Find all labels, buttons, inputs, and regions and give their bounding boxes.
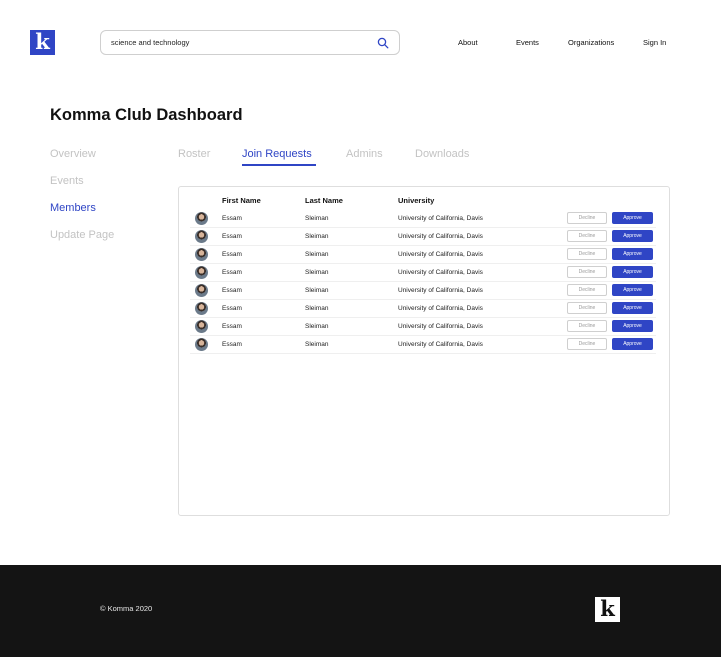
first-name-cell: Essam bbox=[222, 269, 242, 276]
table-row: Essam Sleiman University of California, Da… bbox=[190, 210, 656, 228]
table-row: Essam Sleiman University of California, Da… bbox=[190, 300, 656, 318]
nav-about[interactable]: About bbox=[458, 38, 478, 47]
table-row: Essam Sleiman University of California, Da… bbox=[190, 336, 656, 354]
avatar bbox=[195, 302, 208, 315]
sidebar-item-update-page[interactable]: Update Page bbox=[50, 229, 114, 241]
avatar bbox=[195, 266, 208, 279]
avatar bbox=[195, 212, 208, 225]
avatar bbox=[195, 338, 208, 351]
university-cell: University of California, Davis bbox=[398, 287, 483, 294]
footer-copyright: © Komma 2020 bbox=[100, 604, 153, 613]
table-row: Essam Sleiman University of California, Da… bbox=[190, 228, 656, 246]
active-tab-indicator bbox=[242, 164, 316, 166]
last-name-cell: Sleiman bbox=[305, 269, 329, 276]
tab-admins[interactable]: Admins bbox=[346, 148, 383, 160]
search-bar[interactable] bbox=[100, 30, 400, 55]
sidebar-item-overview[interactable]: Overview bbox=[50, 148, 96, 160]
approve-button[interactable]: Approve bbox=[612, 302, 653, 314]
table-row: Essam Sleiman University of California, Da… bbox=[190, 318, 656, 336]
first-name-cell: Essam bbox=[222, 341, 242, 348]
footer-logo[interactable]: k bbox=[595, 597, 620, 622]
last-name-cell: Sleiman bbox=[305, 215, 329, 222]
footer-logo-letter: k bbox=[600, 595, 615, 621]
tab-roster[interactable]: Roster bbox=[178, 148, 210, 160]
university-cell: University of California, Davis bbox=[398, 341, 483, 348]
search-icon[interactable] bbox=[377, 37, 389, 49]
column-header-university: University bbox=[398, 196, 435, 205]
approve-button[interactable]: Approve bbox=[612, 320, 653, 332]
approve-button[interactable]: Approve bbox=[612, 230, 653, 242]
first-name-cell: Essam bbox=[222, 215, 242, 222]
first-name-cell: Essam bbox=[222, 287, 242, 294]
page-title: Komma Club Dashboard bbox=[50, 106, 243, 124]
column-header-last-name: Last Name bbox=[305, 196, 343, 205]
decline-button[interactable]: Decline bbox=[567, 248, 607, 260]
first-name-cell: Essam bbox=[222, 233, 242, 240]
decline-button[interactable]: Decline bbox=[567, 230, 607, 242]
decline-button[interactable]: Decline bbox=[567, 338, 607, 350]
avatar bbox=[195, 248, 208, 261]
university-cell: University of California, Davis bbox=[398, 233, 483, 240]
last-name-cell: Sleiman bbox=[305, 233, 329, 240]
last-name-cell: Sleiman bbox=[305, 251, 329, 258]
table-row: Essam Sleiman University of California, Da… bbox=[190, 246, 656, 264]
table-row: Essam Sleiman University of California, Da… bbox=[190, 282, 656, 300]
komma-logo[interactable]: k bbox=[30, 30, 55, 55]
nav-events[interactable]: Events bbox=[516, 38, 539, 47]
approve-button[interactable]: Approve bbox=[612, 212, 653, 224]
first-name-cell: Essam bbox=[222, 251, 242, 258]
last-name-cell: Sleiman bbox=[305, 305, 329, 312]
nav-sign-in[interactable]: Sign In bbox=[643, 38, 666, 47]
university-cell: University of California, Davis bbox=[398, 305, 483, 312]
university-cell: University of California, Davis bbox=[398, 251, 483, 258]
university-cell: University of California, Davis bbox=[398, 269, 483, 276]
decline-button[interactable]: Decline bbox=[567, 302, 607, 314]
university-cell: University of California, Davis bbox=[398, 323, 483, 330]
avatar bbox=[195, 284, 208, 297]
logo-letter: k bbox=[35, 28, 50, 54]
tab-join-requests[interactable]: Join Requests bbox=[242, 148, 312, 160]
sidebar-item-events[interactable]: Events bbox=[50, 175, 84, 187]
avatar bbox=[195, 320, 208, 333]
decline-button[interactable]: Decline bbox=[567, 266, 607, 278]
last-name-cell: Sleiman bbox=[305, 341, 329, 348]
decline-button[interactable]: Decline bbox=[567, 284, 607, 296]
last-name-cell: Sleiman bbox=[305, 323, 329, 330]
decline-button[interactable]: Decline bbox=[567, 320, 607, 332]
column-header-first-name: First Name bbox=[222, 196, 261, 205]
first-name-cell: Essam bbox=[222, 305, 242, 312]
sidebar-item-members[interactable]: Members bbox=[50, 202, 96, 214]
search-input[interactable] bbox=[111, 38, 377, 47]
approve-button[interactable]: Approve bbox=[612, 284, 653, 296]
first-name-cell: Essam bbox=[222, 323, 242, 330]
approve-button[interactable]: Approve bbox=[612, 338, 653, 350]
tab-downloads[interactable]: Downloads bbox=[415, 148, 469, 160]
approve-button[interactable]: Approve bbox=[612, 266, 653, 278]
table-row: Essam Sleiman University of California, Da… bbox=[190, 264, 656, 282]
avatar bbox=[195, 230, 208, 243]
nav-organizations[interactable]: Organizations bbox=[568, 38, 614, 47]
decline-button[interactable]: Decline bbox=[567, 212, 607, 224]
approve-button[interactable]: Approve bbox=[612, 248, 653, 260]
last-name-cell: Sleiman bbox=[305, 287, 329, 294]
university-cell: University of California, Davis bbox=[398, 215, 483, 222]
